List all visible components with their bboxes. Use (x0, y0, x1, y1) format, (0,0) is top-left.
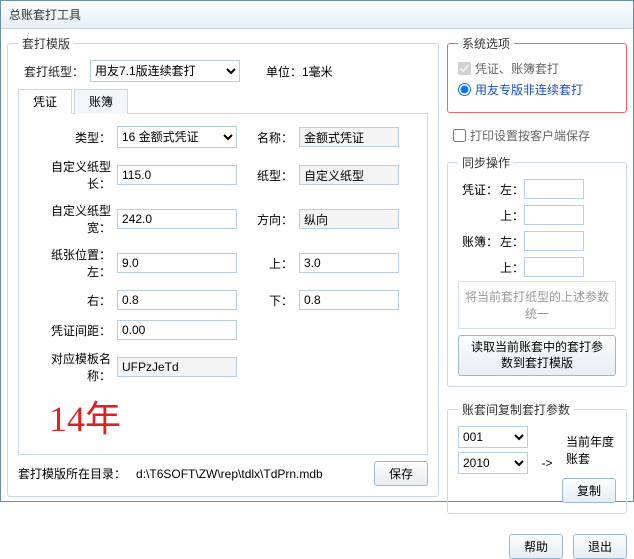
pos-right-label: 右： (29, 292, 111, 309)
pos-top-field[interactable] (299, 253, 399, 273)
gap-label: 凭证间距： (29, 322, 111, 339)
type-select[interactable]: 16 金额式凭证 (117, 126, 237, 148)
help-button[interactable]: 帮助 (509, 534, 563, 559)
name-label: 名称： (243, 129, 293, 146)
sync-v-top-field[interactable] (524, 205, 584, 225)
dir-field (299, 209, 399, 229)
window: 总账套打工具 套打模版 套打纸型： 用友7.1版连续套打 单位：1毫米 凭证 账… (0, 0, 634, 502)
tab-strip: 凭证 账簿 (18, 88, 428, 114)
paper-field (299, 165, 399, 185)
sync-l-top-label: 上： (498, 259, 524, 276)
exit-button[interactable]: 退出 (573, 534, 627, 559)
sync-ledger-label: 账簿： (458, 233, 498, 250)
template-group: 套打模版 套打纸型： 用友7.1版连续套打 单位：1毫米 凭证 账簿 类型： 1… (7, 35, 439, 497)
sync-l-top-field[interactable] (524, 257, 584, 277)
tpl-name-label: 对应模板名称： (29, 350, 111, 384)
save-button[interactable]: 保存 (374, 461, 428, 486)
copy-dst-select[interactable]: 2010 (458, 452, 528, 474)
sync-l-left-field[interactable] (524, 231, 584, 251)
sync-v-left-field[interactable] (524, 179, 584, 199)
sync-v-left-label: 左： (498, 181, 524, 198)
path-label: 套打模版所在目录： (18, 465, 126, 482)
path-value: d:\T6SOFT\ZW\rep\tdlx\TdPrn.mdb (136, 467, 364, 481)
chk-client-save-box[interactable] (453, 129, 466, 142)
pos-left-field[interactable] (117, 253, 237, 273)
copy-arrow: -> (532, 456, 562, 470)
pos-right-field[interactable] (117, 290, 237, 310)
copy-group: 账套间复制套打参数 001 当前年度账套 2010 -> 复制 (447, 401, 627, 514)
footer-buttons: 帮助 退出 (447, 534, 627, 559)
paper-type-select[interactable]: 用友7.1版连续套打 (90, 60, 240, 82)
name-field (299, 127, 399, 147)
copy-button[interactable]: 复制 (562, 478, 616, 503)
titlebar[interactable]: 总账套打工具 (1, 1, 633, 29)
gap-field[interactable] (117, 320, 237, 340)
type-label: 类型： (29, 129, 111, 146)
template-legend: 套打模版 (18, 35, 74, 52)
radio-nonserial[interactable]: 用友专版非连续套打 (458, 81, 616, 98)
pos-top-label: 上： (243, 255, 293, 272)
pos-left-label: 纸张位置：左： (29, 246, 111, 280)
sync-voucher-label: 凭证： (458, 181, 498, 198)
tab-body: 类型： 16 金额式凭证 名称： 自定义纸型长： 纸型： 自定义纸型宽： 方向：… (18, 114, 428, 455)
unit-label: 单位：1毫米 (266, 63, 333, 80)
sync-group: 同步操作 凭证： 左： 上： 账簿： 左： 上： 将当前套打纸型的上述参数统一 (447, 154, 627, 387)
pos-bottom-label: 下： (243, 292, 293, 309)
right-pane: 系统选项 凭证、账簿套打 用友专版非连续套打 打印设置按客户端保存 同步操作 凭… (447, 35, 627, 495)
client-area: 套打模版 套打纸型： 用友7.1版连续套打 单位：1毫米 凭证 账簿 类型： 1… (1, 29, 633, 501)
left-pane: 套打模版 套打纸型： 用友7.1版连续套打 单位：1毫米 凭证 账簿 类型： 1… (7, 35, 439, 495)
sync-v-top-label: 上： (498, 207, 524, 224)
cust-len-label: 自定义纸型长： (29, 158, 111, 192)
cust-len-field[interactable] (117, 165, 237, 185)
radio-nonserial-btn[interactable] (458, 83, 471, 96)
cust-wid-field[interactable] (117, 209, 237, 229)
tab-ledger[interactable]: 账簿 (74, 89, 128, 114)
copy-target-label: 当前年度账套 (566, 433, 616, 467)
handwriting: 14年 (29, 384, 417, 446)
paper-type-label: 套打纸型： (18, 63, 84, 80)
pos-bottom-field[interactable] (299, 290, 399, 310)
sync-read-button[interactable]: 读取当前账套中的套打参数到套打模版 (458, 335, 616, 376)
copy-legend: 账套间复制套打参数 (458, 401, 574, 418)
tab-voucher[interactable]: 凭证 (18, 89, 72, 114)
paper-label: 纸型： (243, 167, 293, 184)
cust-wid-label: 自定义纸型宽： (29, 202, 111, 236)
chk-voucher-ledger[interactable]: 凭证、账簿套打 (458, 60, 616, 77)
chk-voucher-ledger-box (458, 62, 471, 75)
copy-src-select[interactable]: 001 (458, 426, 528, 448)
sync-l-left-label: 左： (498, 233, 524, 250)
sysopt-group: 系统选项 凭证、账簿套打 用友专版非连续套打 (447, 35, 627, 113)
dir-label: 方向： (243, 211, 293, 228)
sync-note: 将当前套打纸型的上述参数统一 (458, 281, 616, 329)
sync-legend: 同步操作 (458, 154, 514, 171)
sysopt-legend: 系统选项 (458, 35, 514, 52)
chk-client-save[interactable]: 打印设置按客户端保存 (453, 127, 627, 144)
tpl-name-field (117, 357, 237, 377)
